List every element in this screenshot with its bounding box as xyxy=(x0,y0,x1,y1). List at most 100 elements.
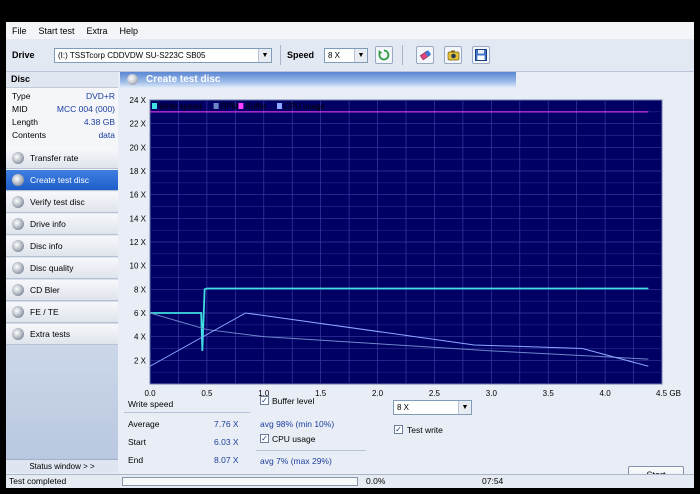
x-tick-label: 0.0 xyxy=(144,389,156,398)
disc-info-row: Contents data xyxy=(6,129,118,142)
drive-select[interactable]: (I:) TSSTcorp CDDVDW SU-S223C SB05 ▼ xyxy=(54,48,272,63)
chevron-down-icon: ▼ xyxy=(458,401,471,414)
nav-create-test-disc[interactable]: Create test disc xyxy=(6,170,118,191)
menu-file[interactable]: File xyxy=(6,26,33,36)
nav-disc-info[interactable]: Disc info xyxy=(6,236,118,257)
y-tick-label: 20 X xyxy=(130,143,147,152)
refresh-icon xyxy=(378,49,390,61)
y-tick-label: 16 X xyxy=(130,191,147,200)
cpu-usage-value: avg 7% (max 29%) xyxy=(260,456,332,466)
disc-info-list: Type DVD+R MID MCC 004 (000) Length 4.38… xyxy=(6,88,118,142)
legend-label: Write speed xyxy=(159,102,202,111)
disc-icon xyxy=(12,174,24,186)
disc-icon xyxy=(12,196,24,208)
legend-swatch xyxy=(277,103,282,109)
x-tick-label: 4.5 GB xyxy=(656,389,681,398)
status-window-button[interactable]: Status window > > xyxy=(6,459,118,473)
write-speed-select-value: 8 X xyxy=(397,403,410,412)
disc-type-value: DVD+R xyxy=(85,91,115,101)
save-icon xyxy=(475,49,487,61)
x-axis: 0.0 0.5 1.0 1.5 2.0 2.5 3.0 3.5 4.0 4.5 GB xyxy=(144,389,680,398)
legend-swatch xyxy=(152,103,157,109)
disc-length-value: 4.38 GB xyxy=(83,117,115,127)
nav-verify-test-disc[interactable]: Verify test disc xyxy=(6,192,118,213)
eraser-icon xyxy=(419,49,431,60)
nav-label: CD Bler xyxy=(30,285,60,295)
disc-icon xyxy=(127,74,138,85)
nav-label: Disc info xyxy=(30,241,63,251)
erase-button[interactable] xyxy=(416,46,434,64)
legend-label: Buffer xyxy=(245,102,267,111)
write-speed-chart: Write speed RPM Buffer CPU usage 2 X 4 X 6 X 8… xyxy=(130,96,681,398)
nav-label: Extra tests xyxy=(30,329,71,339)
write-speed-heading: Write speed xyxy=(128,399,174,409)
disc-mid-value: MCC 004 (000) xyxy=(56,104,115,114)
toolbar-separator xyxy=(280,45,281,65)
status-bar: Test completed 0.0% 07:54 xyxy=(6,474,694,488)
chevron-down-icon: ▼ xyxy=(258,49,271,62)
divider xyxy=(256,450,366,451)
nav-transfer-rate[interactable]: Transfer rate xyxy=(6,148,118,169)
refresh-button[interactable] xyxy=(375,46,393,64)
nav-label: Drive info xyxy=(30,219,66,229)
speed-label: Speed xyxy=(287,50,315,60)
y-tick-label: 10 X xyxy=(130,262,147,271)
disc-mid-label: MID xyxy=(12,104,28,114)
progress-bar xyxy=(122,477,358,486)
disc-icon xyxy=(12,306,24,318)
nav-label: Transfer rate xyxy=(30,153,79,163)
menu-bar: File Start test Extra Help xyxy=(6,22,694,39)
cpu-usage-label: CPU usage xyxy=(272,434,316,444)
save-button[interactable] xyxy=(472,46,490,64)
disc-icon xyxy=(12,240,24,252)
divider xyxy=(124,412,250,413)
end-speed-value: 8.07 X xyxy=(214,455,239,465)
nav-drive-info[interactable]: Drive info xyxy=(6,214,118,235)
disc-header: Disc xyxy=(6,72,118,88)
x-tick-label: 2.0 xyxy=(372,389,384,398)
disc-contents-value: data xyxy=(98,130,115,140)
legend-label: CPU usage xyxy=(284,102,325,111)
start-speed-label: Start xyxy=(128,437,146,447)
y-tick-label: 4 X xyxy=(134,333,147,342)
speed-select-value: 8 X xyxy=(328,51,341,60)
nav-extra-tests[interactable]: Extra tests xyxy=(6,324,118,345)
speed-select[interactable]: 8 X ▼ xyxy=(324,48,368,63)
disc-info-row: Length 4.38 GB xyxy=(6,116,118,129)
nav-label: FE / TE xyxy=(30,307,59,317)
menu-start-test[interactable]: Start test xyxy=(33,26,81,36)
buffer-level-checkbox[interactable]: ✓ xyxy=(260,396,269,405)
status-message: Test completed xyxy=(9,476,67,486)
nav-label: Disc quality xyxy=(30,263,74,273)
nav-label: Verify test disc xyxy=(30,197,85,207)
nav-fe-te[interactable]: FE / TE xyxy=(6,302,118,323)
legend-swatch xyxy=(213,103,219,109)
disc-icon xyxy=(12,328,24,340)
menu-extra[interactable]: Extra xyxy=(81,26,114,36)
disc-length-label: Length xyxy=(12,117,38,127)
screenshot-button[interactable] xyxy=(444,46,462,64)
disc-contents-label: Contents xyxy=(12,130,47,140)
page-title-text: Create test disc xyxy=(146,74,221,85)
nav-disc-quality[interactable]: Disc quality xyxy=(6,258,118,279)
y-tick-label: 8 X xyxy=(134,285,147,294)
y-tick-label: 18 X xyxy=(130,167,147,176)
test-write-checkbox[interactable]: ✓ xyxy=(394,425,403,434)
left-panel: Disc Type DVD+R MID MCC 004 (000) Length… xyxy=(6,72,118,459)
disc-info-row: Type DVD+R xyxy=(6,90,118,103)
screenshot-icon xyxy=(447,50,459,60)
disc-icon xyxy=(12,284,24,296)
nav-cd-bler[interactable]: CD Bler xyxy=(6,280,118,301)
nav-label: Create test disc xyxy=(30,175,90,185)
menu-help[interactable]: Help xyxy=(114,26,145,36)
y-tick-label: 24 X xyxy=(130,96,147,105)
start-speed-value: 6.03 X xyxy=(214,437,239,447)
y-tick-label: 2 X xyxy=(134,356,147,365)
x-tick-label: 3.5 xyxy=(543,389,555,398)
write-speed-select[interactable]: 8 X ▼ xyxy=(393,400,472,415)
average-label: Average xyxy=(128,419,160,429)
y-tick-label: 22 X xyxy=(130,120,147,129)
chevron-down-icon: ▼ xyxy=(354,49,367,62)
disc-icon xyxy=(12,218,24,230)
cpu-usage-checkbox[interactable]: ✓ xyxy=(260,434,269,443)
